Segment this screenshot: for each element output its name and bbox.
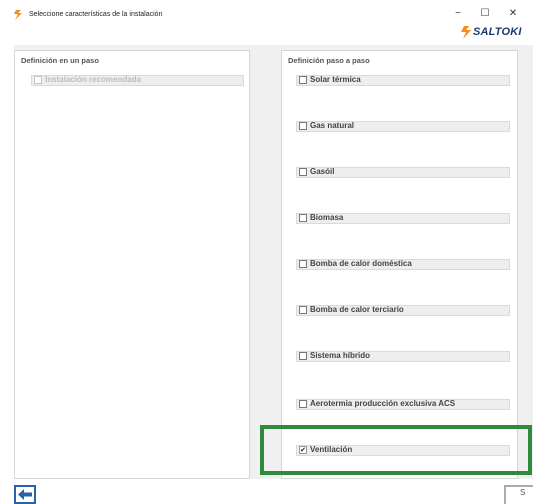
option-domestic-heat-pump[interactable]: Bomba de calor doméstica: [296, 259, 510, 270]
next-button[interactable]: S: [504, 485, 533, 504]
saltoki-logo-text: SALTOKI: [473, 26, 522, 38]
panel-one-step: Definición en un paso Instalación recome…: [14, 50, 250, 479]
checkbox[interactable]: [299, 400, 307, 408]
panel-title-one-step: Definición en un paso: [21, 56, 99, 65]
selection-highlight-box: [260, 425, 532, 475]
checkbox: [34, 76, 42, 84]
checkbox[interactable]: [299, 352, 307, 360]
window-titlebar: Seleccione características de la instala…: [0, 0, 533, 28]
option-aerothermal-dhw[interactable]: Aerotermia producción exclusiva ACS: [296, 399, 510, 410]
saltoki-logo: SALTOKI: [459, 24, 531, 42]
option-biomass[interactable]: Biomasa: [296, 213, 510, 224]
arrow-left-icon: [18, 489, 32, 500]
option-recommended-installation: Instalación recomendada: [31, 75, 244, 86]
panel-step-by-step: Definición paso a paso Solar térmica Gas…: [281, 50, 518, 479]
option-natural-gas[interactable]: Gas natural: [296, 121, 510, 132]
minimize-button[interactable]: −: [451, 8, 465, 20]
next-button-label: S: [520, 488, 526, 497]
checkbox[interactable]: [299, 122, 307, 130]
option-label: Bomba de calor doméstica: [310, 259, 412, 268]
option-solar-thermal[interactable]: Solar térmica: [296, 75, 510, 86]
option-hybrid-system[interactable]: Sistema híbrido: [296, 351, 510, 362]
checkbox[interactable]: [299, 76, 307, 84]
maximize-button[interactable]: ☐: [478, 8, 492, 20]
saltoki-logo-icon: [461, 26, 471, 39]
close-button[interactable]: ✕: [506, 8, 520, 20]
checkbox[interactable]: [299, 260, 307, 268]
saltoki-app-icon: [14, 10, 22, 20]
option-label: Solar térmica: [310, 75, 361, 84]
option-label: Gasóil: [310, 167, 335, 176]
option-diesel[interactable]: Gasóil: [296, 167, 510, 178]
option-tertiary-heat-pump[interactable]: Bomba de calor terciario: [296, 305, 510, 316]
option-label: Gas natural: [310, 121, 355, 130]
option-label: Aerotermia producción exclusiva ACS: [310, 399, 456, 408]
back-button[interactable]: [14, 485, 36, 504]
checkbox[interactable]: [299, 214, 307, 222]
option-label: Instalación recomendada: [45, 75, 142, 84]
checkbox[interactable]: [299, 168, 307, 176]
window-title: Seleccione características de la instala…: [29, 11, 163, 18]
panel-title-step-by-step: Definición paso a paso: [288, 56, 370, 65]
checkbox[interactable]: [299, 306, 307, 314]
option-label: Bomba de calor terciario: [310, 305, 404, 314]
option-label: Biomasa: [310, 213, 344, 222]
option-label: Sistema híbrido: [310, 351, 371, 360]
